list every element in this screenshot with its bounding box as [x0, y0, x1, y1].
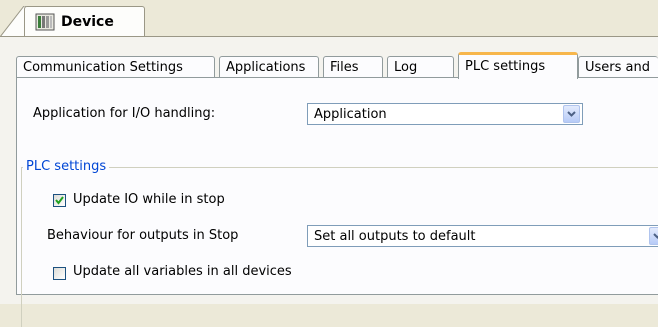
tab-applications[interactable]: Applications — [219, 56, 319, 78]
tab-communication-settings[interactable]: Communication Settings — [16, 56, 215, 78]
chevron-down-icon[interactable] — [649, 227, 658, 245]
tab-files[interactable]: Files — [323, 56, 383, 78]
device-editor: Communication Settings Applications File… — [0, 37, 658, 327]
tab-label: Communication Settings — [23, 60, 183, 75]
tab-log[interactable]: Log — [387, 56, 454, 78]
update-io-label: Update IO while in stop — [73, 192, 225, 207]
tab-plc-settings[interactable]: PLC settings — [458, 52, 578, 79]
behaviour-select[interactable]: Set all outputs to default — [307, 225, 658, 247]
behaviour-value: Set all outputs to default — [314, 228, 476, 244]
update-vars-checkbox[interactable] — [53, 267, 66, 280]
tab-label: Files — [330, 60, 359, 75]
chevron-down-icon[interactable] — [563, 105, 580, 123]
tab-label: Users and — [585, 60, 650, 75]
tab-label: PLC settings — [465, 59, 546, 74]
group-frame-left — [21, 167, 22, 327]
tab-users-and[interactable]: Users and — [578, 56, 658, 78]
document-tab-title: Device — [61, 13, 114, 30]
doc-tab-edge — [0, 6, 26, 37]
group-frame-top — [21, 167, 658, 168]
update-io-checkbox[interactable] — [53, 194, 66, 207]
io-handling-value: Application — [314, 106, 387, 122]
io-handling-label: Application for I/O handling: — [33, 106, 216, 121]
io-handling-select[interactable]: Application — [307, 103, 583, 125]
group-title: PLC settings — [23, 159, 110, 174]
plc-settings-panel: Application for I/O handling: Applicatio… — [16, 77, 658, 327]
behaviour-label: Behaviour for outputs in Stop — [47, 228, 239, 243]
tab-label: Log — [394, 60, 418, 75]
device-icon — [35, 13, 55, 30]
tab-label: Applications — [226, 60, 306, 75]
check-icon — [55, 196, 64, 205]
document-tab-device[interactable]: Device — [24, 6, 145, 36]
update-vars-label: Update all variables in all devices — [73, 264, 292, 279]
